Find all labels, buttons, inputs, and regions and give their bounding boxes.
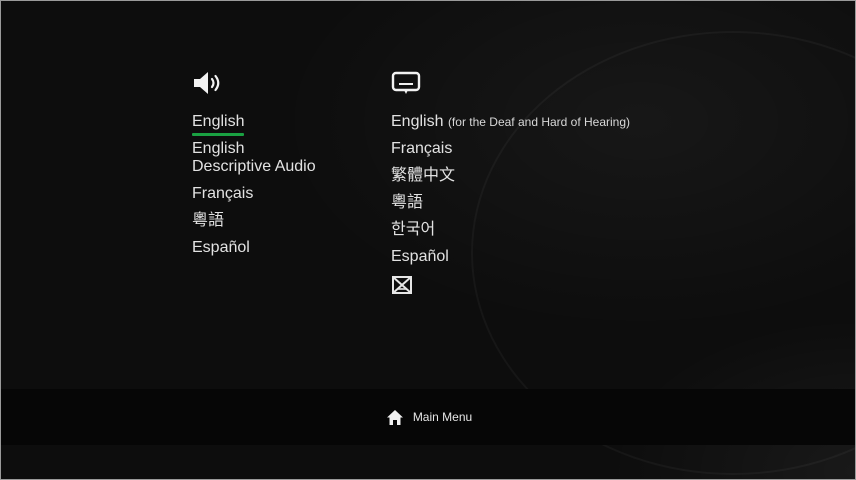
language-selection-screen: English English Descriptive Audio França… bbox=[0, 0, 856, 480]
audio-options-column: English English Descriptive Audio França… bbox=[192, 69, 316, 266]
speaker-icon bbox=[194, 72, 220, 94]
subtitles-icon bbox=[391, 71, 421, 94]
subtitle-option-note: (for the Deaf and Hard of Hearing) bbox=[447, 115, 631, 129]
subtitle-option-label: Français bbox=[391, 140, 453, 157]
audio-option-english-descriptive-audio[interactable]: English Descriptive Audio bbox=[192, 140, 316, 176]
subtitle-options-list: English (for the Deaf and Hard of Hearin… bbox=[391, 113, 630, 300]
subtitle-options-column: English (for the Deaf and Hard of Hearin… bbox=[391, 69, 630, 309]
subtitle-option-traditional-chinese[interactable]: 繁體中文 bbox=[391, 167, 455, 185]
subtitle-option-spanish[interactable]: Español bbox=[391, 248, 449, 266]
subtitle-option-off[interactable] bbox=[391, 275, 413, 300]
audio-option-label: Descriptive Audio bbox=[192, 158, 316, 175]
audio-option-label: English bbox=[192, 140, 245, 157]
main-menu-label: Main Menu bbox=[412, 410, 473, 424]
main-menu-button[interactable]: Main Menu bbox=[386, 409, 472, 426]
subtitle-option-label: Español bbox=[391, 248, 449, 265]
footer-bar: Main Menu bbox=[1, 389, 855, 445]
subtitle-option-korean[interactable]: 한국어 bbox=[391, 221, 435, 239]
audio-option-label: Español bbox=[192, 239, 250, 256]
audio-option-english[interactable]: English bbox=[192, 113, 245, 136]
home-icon bbox=[386, 409, 403, 425]
subtitle-option-label: 繁體中文 bbox=[391, 167, 456, 184]
subtitle-option-cantonese[interactable]: 粵語 bbox=[391, 194, 423, 212]
subtitle-option-english-sdh[interactable]: English (for the Deaf and Hard of Hearin… bbox=[391, 113, 630, 131]
audio-option-label: English bbox=[192, 113, 245, 130]
subtitle-option-label: 粵語 bbox=[391, 194, 424, 211]
subtitle-option-french[interactable]: Français bbox=[391, 140, 452, 158]
audio-option-french[interactable]: Français bbox=[192, 185, 253, 203]
audio-option-spanish[interactable]: Español bbox=[192, 239, 250, 257]
subtitles-off-icon bbox=[392, 276, 412, 294]
audio-options-list: English English Descriptive Audio França… bbox=[192, 113, 316, 257]
subtitle-option-label: English bbox=[391, 113, 444, 130]
audio-option-cantonese[interactable]: 粵語 bbox=[192, 212, 224, 230]
audio-option-label: 粵語 bbox=[192, 212, 225, 229]
audio-option-label: Français bbox=[192, 185, 254, 202]
subtitle-option-label: 한국어 bbox=[391, 221, 436, 238]
